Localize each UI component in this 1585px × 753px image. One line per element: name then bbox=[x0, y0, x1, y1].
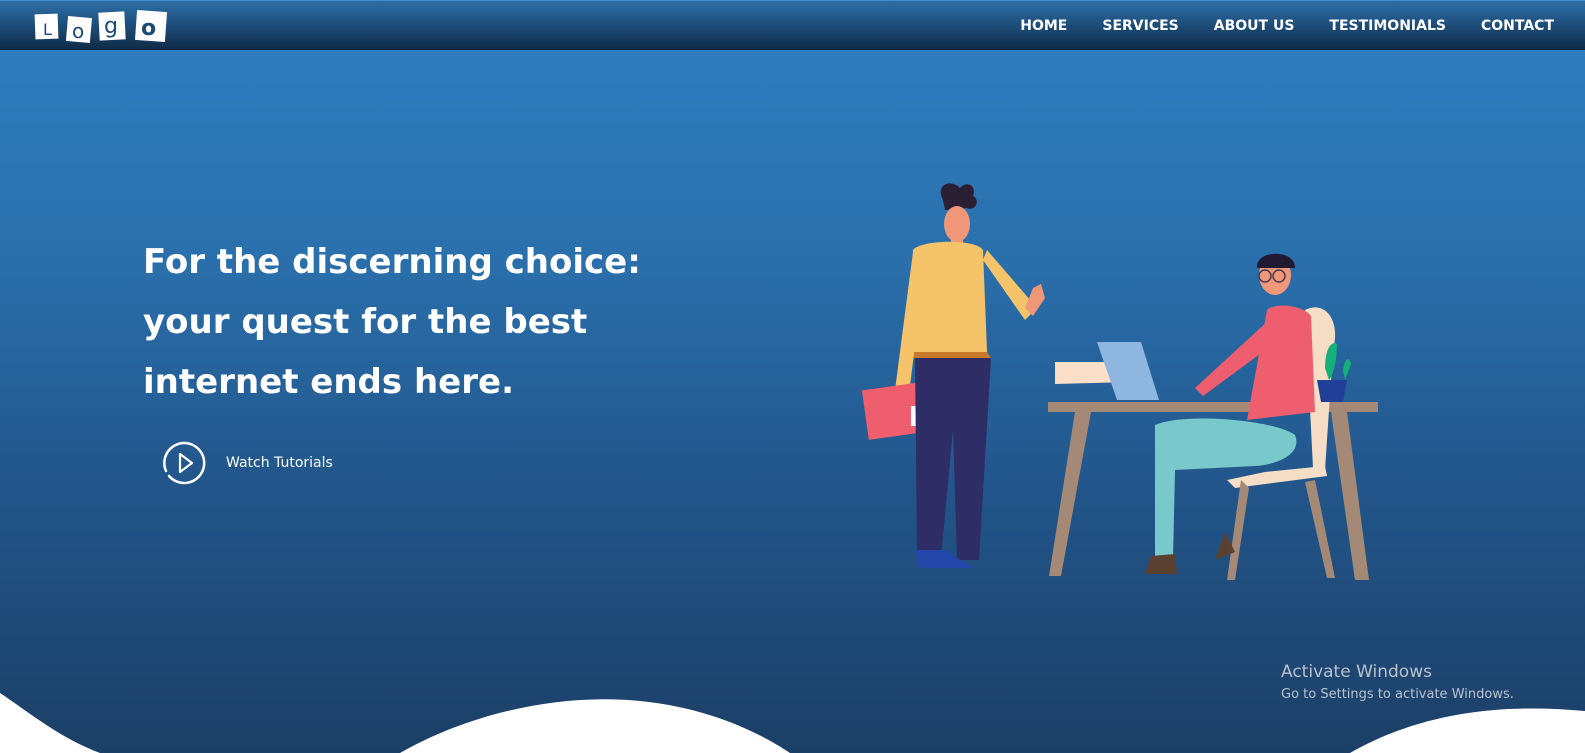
hero-title-line-3: internet ends here. bbox=[143, 362, 514, 402]
nav-about-us[interactable]: ABOUT US bbox=[1214, 18, 1295, 34]
main-nav: HOME SERVICES ABOUT US TESTIMONIALS CONT… bbox=[985, 1, 1554, 51]
nav-home[interactable]: HOME bbox=[1020, 18, 1067, 34]
play-circle-icon bbox=[163, 441, 206, 485]
logo-letter-3: g bbox=[104, 14, 118, 39]
logo[interactable]: L o g o bbox=[34, 10, 169, 44]
logo-letter-1: L bbox=[43, 20, 52, 39]
hero-title: For the discerning choice: your quest fo… bbox=[143, 232, 663, 412]
watch-tutorials-label: Watch Tutorials bbox=[226, 455, 333, 471]
nav-services[interactable]: SERVICES bbox=[1102, 18, 1178, 34]
hero-title-line-1: For the discerning choice: bbox=[143, 242, 641, 282]
activation-subtitle: Go to Settings to activate Windows. bbox=[1281, 687, 1514, 702]
activation-title: Activate Windows bbox=[1281, 662, 1432, 682]
sitting-person-figure bbox=[1145, 253, 1336, 580]
top-navbar: L o g o HOME SERVICES ABOUT US TESTIMONI… bbox=[0, 0, 1585, 50]
nav-contact[interactable]: CONTACT bbox=[1481, 18, 1554, 34]
nav-testimonials[interactable]: TESTIMONIALS bbox=[1329, 18, 1446, 34]
standing-person-figure bbox=[861, 183, 1045, 568]
hero-title-line-2: your quest for the best bbox=[143, 302, 588, 342]
windows-activation-watermark: Activate Windows Go to Settings to activ… bbox=[1281, 661, 1514, 705]
logo-letter-4: o bbox=[141, 16, 156, 41]
logo-letter-2: o bbox=[72, 19, 84, 43]
office-illustration bbox=[861, 183, 1378, 580]
watch-tutorials-button[interactable]: Watch Tutorials bbox=[161, 440, 333, 486]
